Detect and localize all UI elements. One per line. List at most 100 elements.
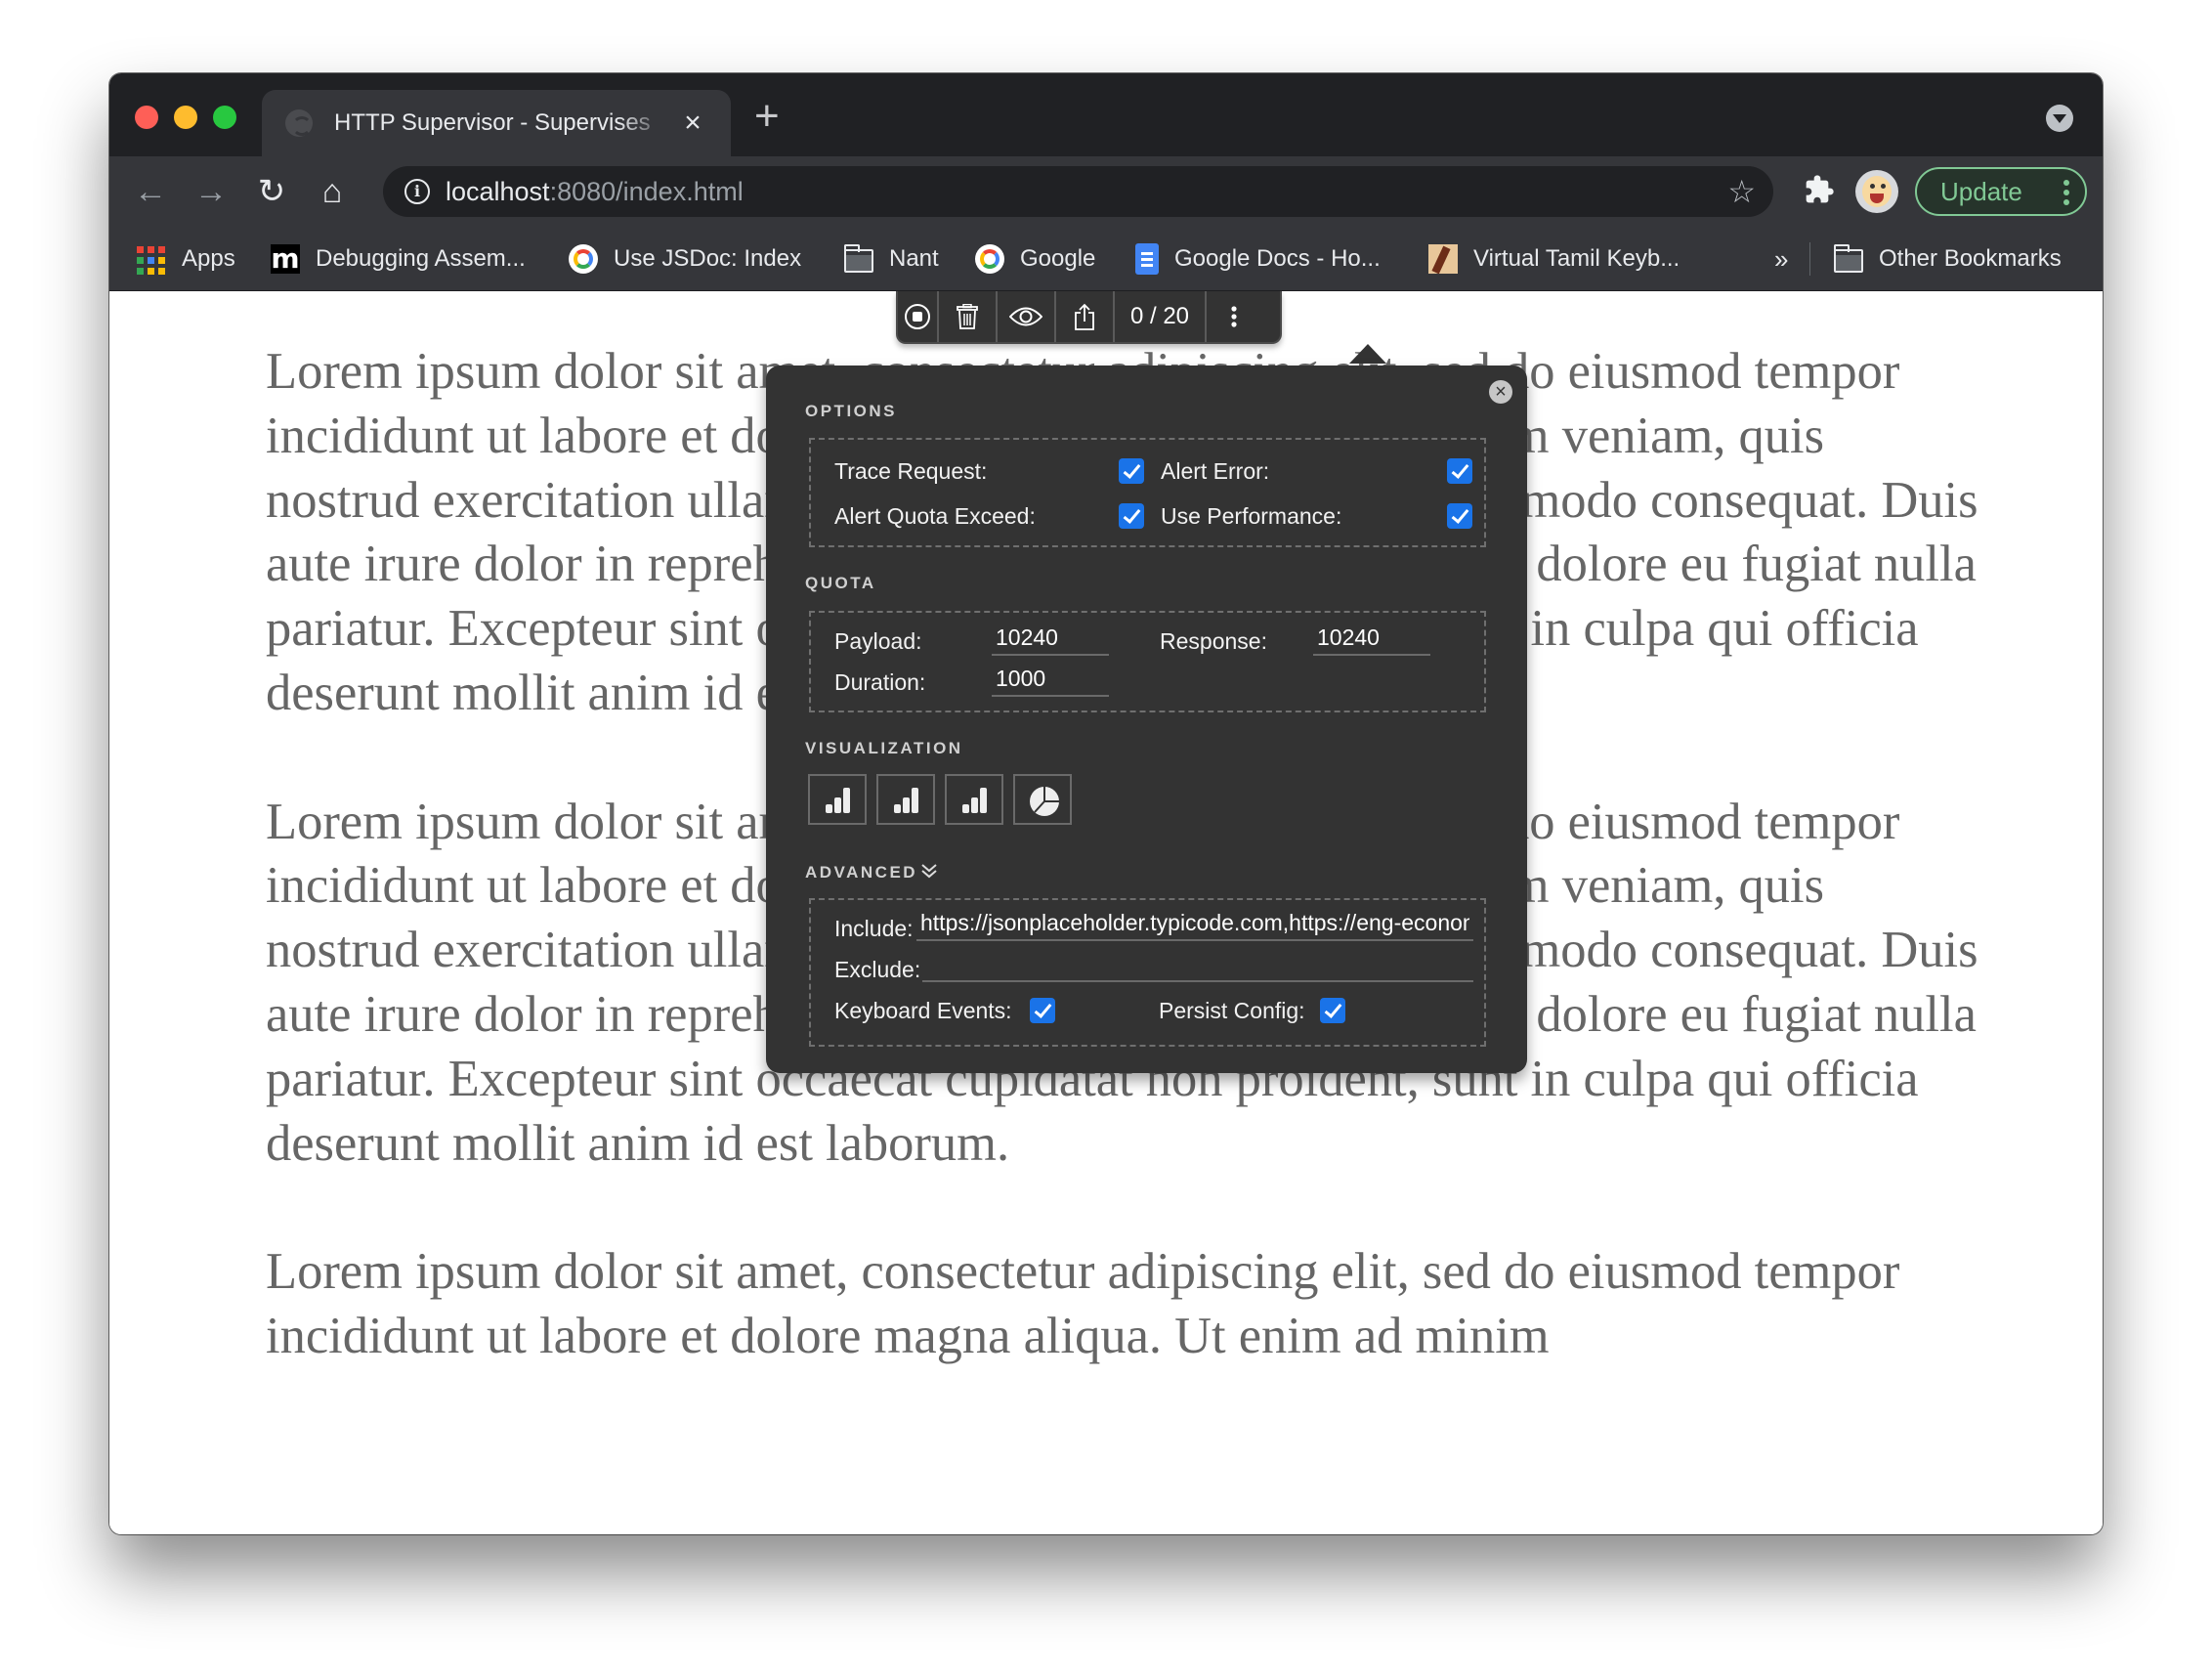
popup-pointer-arrow (1349, 344, 1386, 364)
profile-avatar[interactable] (1855, 170, 1898, 213)
bookmark-google[interactable]: Google (975, 240, 1095, 278)
extensions-puzzle-icon[interactable] (1802, 174, 1837, 209)
browser-toolbar: ← → ↻ ⌂ i localhost:8080/index.html ☆ Up… (109, 156, 2103, 227)
bookmark-label: Virtual Tamil Keyb... (1473, 245, 1680, 272)
other-bookmarks-folder[interactable]: Other Bookmarks (1834, 240, 2062, 278)
keyboard-events-label: Keyboard Events: (834, 998, 1012, 1023)
google-icon (975, 244, 1004, 274)
google-icon (569, 244, 598, 274)
avatar-eye (1870, 184, 1875, 189)
supervisor-settings-popup: × OPTIONS Trace Request: Alert Error: Al… (766, 366, 1527, 1073)
options-fieldset: Trace Request: Alert Error: Alert Quota … (809, 438, 1486, 547)
more-options-button[interactable] (1207, 291, 1260, 342)
bookmarks-overflow-chevron-icon[interactable]: » (1774, 240, 1788, 278)
page-content: Lorem ipsum dolor sit amet, consectetur … (109, 291, 2103, 1534)
keyboard-events-checkbox[interactable] (1030, 998, 1055, 1023)
request-count-text: 0 / 20 (1129, 303, 1190, 329)
bookmark-star-icon[interactable]: ☆ (1727, 174, 1756, 209)
duration-input[interactable] (992, 662, 1109, 697)
google-docs-icon (1135, 243, 1159, 275)
bookmark-jsdoc[interactable]: Use JSDoc: Index (569, 240, 801, 278)
payload-input[interactable] (992, 621, 1109, 656)
trace-request-label: Trace Request: (834, 458, 988, 484)
back-button[interactable]: ← (127, 168, 174, 215)
double-chevron-down-icon[interactable] (919, 861, 939, 881)
bookmark-label: Google (1020, 245, 1096, 272)
bookmark-virtual-tamil-keyboard[interactable]: Virtual Tamil Keyb... (1428, 240, 1680, 278)
other-bookmarks-label: Other Bookmarks (1879, 245, 2062, 272)
tab-strip: HTTP Supervisor - Supervises × + (109, 73, 2103, 156)
bookmarks-bar: Apps m Debugging Assem... Use JSDoc: Ind… (109, 227, 2103, 291)
visualization-section-title: VISUALIZATION (805, 739, 963, 757)
update-button[interactable]: Update (1915, 167, 2087, 216)
viz-bar-chart-button[interactable] (808, 774, 867, 825)
bookmark-label: Google Docs - Ho... (1174, 245, 1381, 272)
alert-quota-exceed-label: Alert Quota Exceed: (834, 503, 1036, 529)
viz-bar-chart-button[interactable] (945, 774, 1003, 825)
options-section-title: OPTIONS (805, 402, 898, 420)
home-button[interactable]: ⌂ (309, 168, 356, 215)
visualization-buttons (808, 774, 1101, 827)
bookmarks-divider (1809, 242, 1810, 276)
close-window-button[interactable] (135, 106, 158, 129)
payload-label: Payload: (834, 628, 922, 654)
view-button[interactable] (998, 291, 1056, 342)
request-counter: 0 / 20 (1115, 291, 1207, 342)
tab-http-supervisor[interactable]: HTTP Supervisor - Supervises × (262, 90, 731, 156)
alert-error-checkbox[interactable] (1447, 458, 1472, 484)
bookmark-nant-folder[interactable]: Nant (844, 240, 939, 278)
quota-section-title: QUOTA (805, 574, 876, 592)
share-icon (1075, 303, 1094, 330)
tab-search-button[interactable] (2046, 105, 2073, 132)
exclude-input[interactable] (922, 947, 1473, 982)
folder-icon (844, 243, 873, 273)
trash-icon (957, 304, 978, 329)
exclude-label: Exclude: (834, 957, 921, 982)
viz-pie-chart-button[interactable] (1013, 774, 1072, 825)
supervisor-toolbar: 0 / 20 (896, 291, 1282, 344)
close-popup-icon[interactable]: × (1489, 380, 1512, 404)
clear-button[interactable] (939, 291, 998, 342)
address-bar[interactable]: i localhost:8080/index.html ☆ (383, 166, 1773, 217)
persist-config-checkbox[interactable] (1320, 998, 1345, 1023)
quota-fieldset: Payload: Response: Duration: (809, 611, 1486, 712)
advanced-toggle[interactable]: ADVANCED (805, 861, 961, 883)
globe-icon (285, 109, 313, 137)
stop-record-button[interactable] (898, 291, 939, 342)
bookmark-debugging-assembly[interactable]: m Debugging Assem... (271, 240, 526, 278)
url-text[interactable]: localhost:8080/index.html (446, 177, 744, 207)
viz-bar-chart-button[interactable] (876, 774, 935, 825)
forward-button[interactable]: → (188, 168, 234, 215)
response-input[interactable] (1313, 621, 1430, 656)
url-host: localhost (446, 176, 550, 206)
new-tab-button[interactable]: + (754, 95, 780, 138)
minimize-window-button[interactable] (174, 106, 197, 129)
paragraph: Lorem ipsum dolor sit amet, consectetur … (266, 1243, 1900, 1364)
site-info-icon[interactable]: i (404, 179, 430, 204)
close-tab-icon[interactable]: × (678, 108, 707, 138)
duration-label: Duration: (834, 669, 926, 695)
response-label: Response: (1160, 628, 1267, 654)
bookmark-google-docs[interactable]: Google Docs - Ho... (1135, 240, 1381, 278)
include-input[interactable] (916, 906, 1473, 941)
bookmark-label: Use JSDoc: Index (614, 245, 802, 272)
update-label: Update (1940, 176, 2022, 206)
advanced-fieldset: Include: Exclude: Keyboard Events: Persi… (809, 898, 1486, 1047)
advanced-section-title: ADVANCED (805, 863, 918, 882)
tab-title: HTTP Supervisor - Supervises (334, 109, 651, 136)
more-vert-icon[interactable] (2063, 180, 2069, 205)
bar-chart-icon (962, 788, 987, 813)
reload-button[interactable]: ↻ (248, 168, 295, 215)
pie-chart-icon (1030, 787, 1059, 816)
browser-window: HTTP Supervisor - Supervises × + ← → ↻ ⌂… (109, 73, 2103, 1534)
alert-error-label: Alert Error: (1161, 458, 1270, 484)
export-button[interactable] (1056, 291, 1115, 342)
alert-quota-exceed-checkbox[interactable] (1119, 503, 1144, 529)
eye-icon (1009, 307, 1042, 326)
maximize-window-button[interactable] (213, 106, 236, 129)
use-performance-label: Use Performance: (1161, 503, 1342, 529)
bookmark-apps[interactable]: Apps (137, 240, 235, 278)
trace-request-checkbox[interactable] (1119, 458, 1144, 484)
use-performance-checkbox[interactable] (1447, 503, 1472, 529)
url-path: :8080/index.html (549, 176, 744, 206)
